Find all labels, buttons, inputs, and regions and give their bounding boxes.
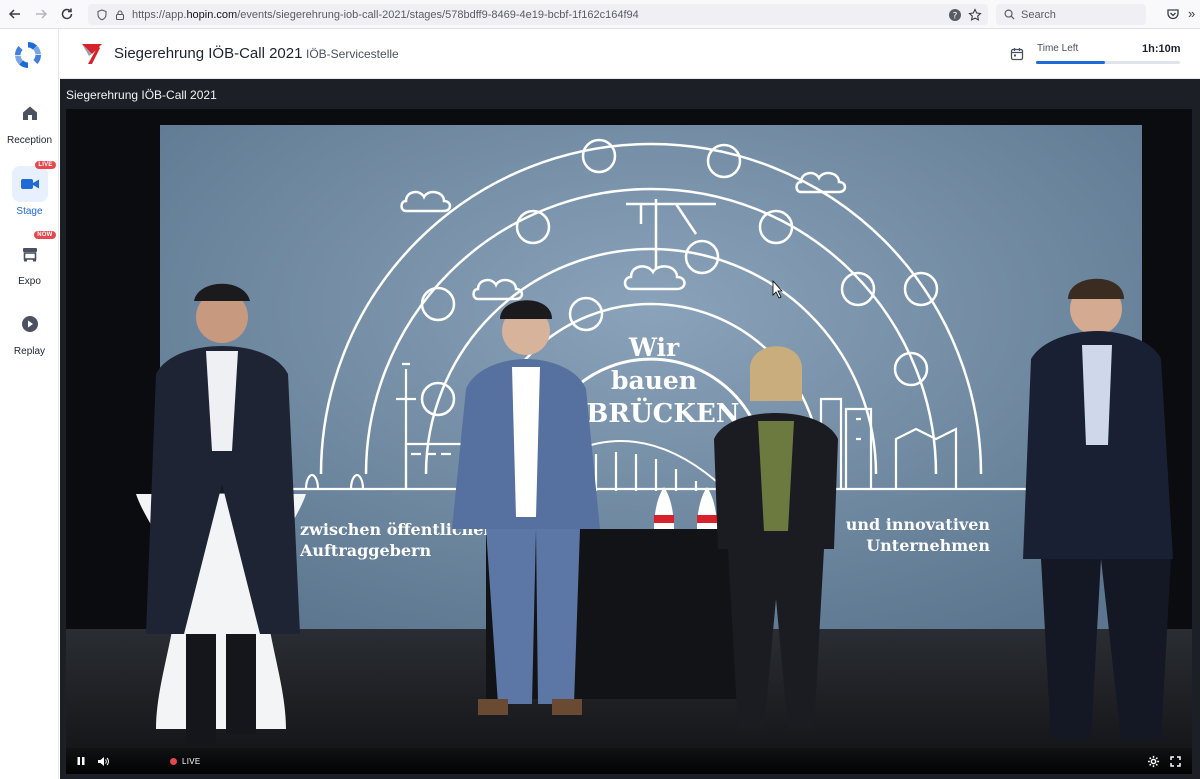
- play-circle-icon: [21, 316, 38, 332]
- organizer-link[interactable]: IÖB-Servicestelle: [306, 47, 399, 61]
- page-title: Siegerehrung IÖB-Call 2021: [114, 45, 303, 62]
- search-icon: [1004, 9, 1015, 20]
- forward-button[interactable]: [28, 1, 54, 27]
- sidebar-item-label: Expo: [18, 276, 41, 287]
- event-sidebar: Reception LIVE Stage NOW Expo Replay: [0, 29, 59, 779]
- fullscreen-icon: [1169, 755, 1181, 767]
- sidebar-item-label: Reception: [6, 135, 53, 146]
- pocket-icon[interactable]: [1166, 7, 1180, 21]
- settings-button[interactable]: [1142, 750, 1164, 772]
- time-left-value: 1h:10m: [1142, 43, 1181, 55]
- video-camera-icon: [20, 179, 39, 189]
- sidebar-item-expo[interactable]: NOW Expo: [0, 231, 59, 287]
- live-badge: LIVE: [35, 161, 56, 169]
- home-icon: [22, 106, 37, 120]
- live-label: LIVE: [182, 756, 201, 766]
- reload-icon: [61, 8, 73, 20]
- video-controls: LIVE: [66, 748, 1192, 774]
- ioeb-logo-icon: [78, 40, 106, 68]
- url-text: https://app.hopin.com/events/siegerehrun…: [132, 8, 639, 21]
- time-left-label: Time Left: [1037, 43, 1079, 54]
- sidebar-item-label: Replay: [13, 346, 46, 357]
- backdrop-caption-right-2: Unternehmen: [866, 536, 990, 555]
- stage-scene: Wir bauen BRÜCKEN zwischen öffentlichen …: [66, 125, 1192, 774]
- reload-button[interactable]: [54, 1, 80, 27]
- booth-icon: [22, 248, 37, 262]
- sidebar-item-replay[interactable]: Replay: [0, 306, 59, 357]
- search-placeholder: Search: [1021, 8, 1056, 21]
- browser-search-input[interactable]: Search: [996, 4, 1146, 25]
- sidebar-item-stage[interactable]: LIVE Stage: [0, 161, 59, 217]
- volume-button[interactable]: [92, 750, 114, 772]
- address-bar[interactable]: https://app.hopin.com/events/siegerehrun…: [88, 4, 988, 25]
- help-icon[interactable]: ?: [948, 8, 962, 22]
- svg-text:?: ?: [953, 11, 958, 21]
- calendar-icon[interactable]: [1010, 47, 1024, 61]
- backdrop-caption-left-2: Auftraggebern: [299, 541, 431, 560]
- sidebar-item-reception[interactable]: Reception: [0, 95, 59, 146]
- stage-video[interactable]: Wir bauen BRÜCKEN zwischen öffentlichen …: [66, 109, 1192, 774]
- live-indicator-icon: [170, 757, 177, 765]
- pause-button[interactable]: [70, 750, 92, 772]
- backdrop-headline-1: Wir: [628, 333, 680, 362]
- pause-icon: [77, 757, 85, 765]
- event-header: Siegerehrung IÖB-Call 2021 IÖB-Servicest…: [60, 29, 1200, 79]
- fullscreen-button[interactable]: [1164, 750, 1186, 772]
- arrow-right-icon: [36, 9, 48, 19]
- bookmark-star-icon[interactable]: [968, 7, 982, 22]
- time-left-progress-fill: [1036, 61, 1106, 64]
- volume-icon: [98, 756, 109, 766]
- time-left-progress-bar: [1036, 61, 1180, 64]
- browser-toolbar: https://app.hopin.com/events/siegerehrun…: [0, 0, 1200, 29]
- lock-icon: [115, 9, 125, 20]
- hopin-logo-icon[interactable]: [12, 39, 44, 71]
- stage-panel: Siegerehrung IÖB-Call 2021 Wir bauen BRÜ…: [60, 79, 1200, 779]
- stage-title: Siegerehrung IÖB-Call 2021: [66, 88, 217, 102]
- backdrop-caption-right-1: und innovativen: [846, 515, 991, 534]
- backdrop-headline-2: bauen: [611, 366, 697, 395]
- overflow-chevron-icon[interactable]: »: [1188, 6, 1195, 21]
- shield-icon: [97, 8, 107, 20]
- sidebar-item-label: Stage: [16, 206, 43, 217]
- back-button[interactable]: [2, 1, 28, 27]
- now-badge: NOW: [34, 231, 56, 239]
- gear-icon: [1147, 755, 1159, 767]
- backdrop-headline-3: BRÜCKEN: [586, 397, 739, 429]
- arrow-left-icon: [8, 9, 20, 19]
